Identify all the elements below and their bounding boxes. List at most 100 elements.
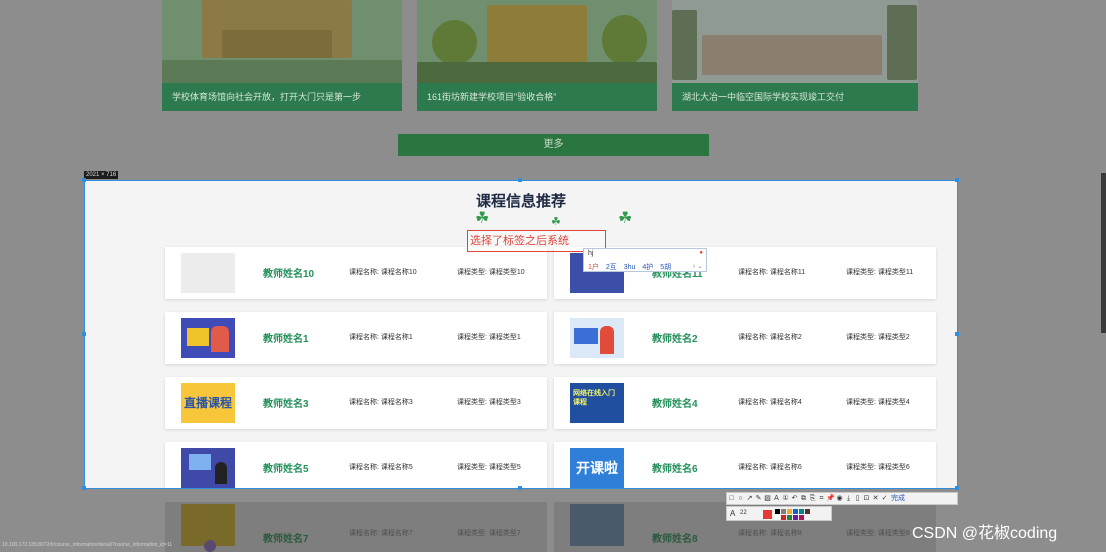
course-thumbnail: 直播课程: [181, 383, 235, 423]
course-name: 课程名称: 课程名称2: [738, 334, 802, 341]
undo-icon[interactable]: ↶: [790, 493, 799, 504]
mosaic-tool-icon[interactable]: ▨: [763, 493, 772, 504]
font-size-select[interactable]: 22: [740, 510, 747, 516]
clover-icon: ☘: [475, 210, 490, 227]
save-icon[interactable]: ⤓: [844, 493, 853, 504]
color-swatch[interactable]: [805, 509, 810, 514]
color-swatch[interactable]: [787, 515, 792, 520]
resize-handle[interactable]: [955, 332, 959, 336]
capture-size-label: 2021 × 716: [84, 171, 119, 179]
rectangle-tool-icon[interactable]: □: [727, 493, 736, 504]
course-card[interactable]: 教师姓名5 课程名称: 课程名称5 课程类型: 课程类型5: [165, 442, 547, 488]
course-thumbnail: [181, 318, 235, 358]
ocr-icon[interactable]: ⎘: [808, 493, 817, 504]
color-swatch[interactable]: [775, 509, 780, 514]
course-card[interactable]: 教师姓名2 课程名称: 课程名称2 课程类型: 课程类型2: [554, 312, 936, 364]
close-icon[interactable]: ✕: [871, 493, 880, 504]
course-type: 课程类型: 课程类型6: [846, 464, 910, 471]
color-swatch[interactable]: [763, 510, 772, 519]
course-type: 课程类型: 课程类型7: [457, 530, 521, 537]
course-name: 课程名称: 课程名称10: [349, 269, 417, 276]
ellipse-tool-icon[interactable]: ○: [736, 493, 745, 504]
news-image: [162, 0, 402, 83]
course-name: 课程名称: 课程名称11: [738, 269, 806, 276]
copy-icon[interactable]: ⧉: [799, 493, 808, 504]
course-thumbnail: 开课啦: [570, 448, 624, 488]
more-button[interactable]: 更多: [398, 134, 709, 156]
course-name: 课程名称: 课程名称6: [738, 464, 802, 471]
course-card[interactable]: 直播课程 教师姓名3 课程名称: 课程名称3 课程类型: 课程类型3: [165, 377, 547, 429]
course-type: 课程类型: 课程类型1: [457, 334, 521, 341]
color-swatch[interactable]: [793, 509, 798, 514]
news-image: [672, 0, 918, 83]
ime-candidate[interactable]: 3hu: [624, 264, 636, 271]
clover-icon: ☘: [618, 210, 633, 227]
share-icon[interactable]: ⊡: [862, 493, 871, 504]
teacher-name: 教师姓名5: [263, 464, 309, 475]
resize-handle[interactable]: [518, 486, 522, 490]
course-name: 课程名称: 课程名称4: [738, 399, 802, 406]
course-type: 课程类型: 课程类型8: [846, 530, 910, 537]
course-card[interactable]: 网络在线入门课程 教师姓名4 课程名称: 课程名称4 课程类型: 课程类型4: [554, 377, 936, 429]
news-card[interactable]: 161街坊新建学校项目"验收合格": [417, 0, 657, 111]
teacher-name: 教师姓名6: [652, 464, 698, 475]
resize-handle[interactable]: [518, 178, 522, 182]
ime-candidate[interactable]: 2互: [606, 264, 617, 271]
ime-candidate-popup[interactable]: hj ● 1户 2互 3hu 4护 5胡 › ⌄: [583, 248, 707, 272]
news-caption: 湖北大冶一中临空国际学校实现竣工交付: [672, 83, 918, 111]
course-card[interactable]: 教师姓名1 课程名称: 课程名称1 课程类型: 课程类型1: [165, 312, 547, 364]
section-title: 课程信息推荐: [475, 193, 566, 210]
color-swatch[interactable]: [781, 515, 786, 520]
pen-tool-icon[interactable]: ✎: [754, 493, 763, 504]
resize-handle[interactable]: [82, 178, 86, 182]
ime-more-icon[interactable]: › ⌄: [693, 262, 703, 270]
color-swatch[interactable]: [793, 515, 798, 520]
course-type: 课程类型: 课程类型10: [457, 269, 525, 276]
course-name: 课程名称: 课程名称1: [349, 334, 413, 341]
course-thumbnail: [570, 318, 624, 358]
ime-logo-icon: ●: [699, 250, 703, 256]
course-name: 课程名称: 课程名称3: [349, 399, 413, 406]
resize-handle[interactable]: [82, 332, 86, 336]
color-swatch[interactable]: [799, 515, 804, 520]
ime-candidate-list: 1户 2互 3hu 4护 5胡: [588, 262, 676, 272]
done-button[interactable]: 完成: [891, 493, 905, 504]
color-swatch[interactable]: [781, 509, 786, 514]
course-thumbnail: 网络在线入门课程: [570, 383, 624, 423]
capture-region[interactable]: 课程信息推荐 ☘ ☘ ☘ 教师姓名10 课程名称: 课程名称10 课程类型: 课…: [84, 180, 958, 489]
news-caption: 学校体育场馆向社会开放，打开大门只是第一步: [162, 83, 402, 111]
arrow-tool-icon[interactable]: ↗: [745, 493, 754, 504]
teacher-name: 教师姓名4: [652, 399, 698, 410]
course-type: 课程类型: 课程类型11: [846, 269, 914, 276]
teacher-name: 教师姓名3: [263, 399, 309, 410]
course-card[interactable]: 开课啦 教师姓名6 课程名称: 课程名称6 课程类型: 课程类型6: [554, 442, 936, 488]
course-type: 课程类型: 课程类型5: [457, 464, 521, 471]
record-icon[interactable]: ◉: [835, 493, 844, 504]
ime-candidate[interactable]: 1户: [588, 264, 599, 271]
pin-icon[interactable]: 📌: [826, 493, 835, 504]
page-scrollbar[interactable]: [1101, 173, 1106, 333]
avatar: [204, 540, 216, 552]
font-size-icon[interactable]: A: [730, 509, 735, 518]
course-card[interactable]: 教师姓名7 课程名称: 课程名称7 课程类型: 课程类型7: [165, 502, 547, 552]
news-card[interactable]: 湖北大冶一中临空国际学校实现竣工交付: [672, 0, 918, 111]
color-swatch[interactable]: [799, 509, 804, 514]
phone-icon[interactable]: ▯: [853, 493, 862, 504]
number-tool-icon[interactable]: ①: [781, 493, 790, 504]
ime-candidate[interactable]: 4护: [642, 264, 653, 271]
check-icon[interactable]: ✓: [880, 493, 889, 504]
resize-handle[interactable]: [955, 486, 959, 490]
text-tool-icon[interactable]: A: [772, 493, 781, 504]
news-card[interactable]: 学校体育场馆向社会开放，打开大门只是第一步: [162, 0, 402, 111]
course-card[interactable]: 教师姓名10 课程名称: 课程名称10 课程类型: 课程类型10: [165, 247, 547, 299]
course-thumbnail: [570, 504, 624, 546]
resize-handle[interactable]: [955, 178, 959, 182]
color-swatch[interactable]: [775, 515, 780, 520]
teacher-name: 教师姓名7: [263, 534, 309, 545]
color-swatch[interactable]: [787, 509, 792, 514]
resize-handle[interactable]: [82, 486, 86, 490]
ime-candidate[interactable]: 5胡: [660, 264, 671, 271]
clover-icon: ☘: [551, 216, 561, 228]
long-capture-icon[interactable]: ⌗: [817, 493, 826, 504]
watermark: CSDN @花椒coding: [912, 525, 1058, 542]
